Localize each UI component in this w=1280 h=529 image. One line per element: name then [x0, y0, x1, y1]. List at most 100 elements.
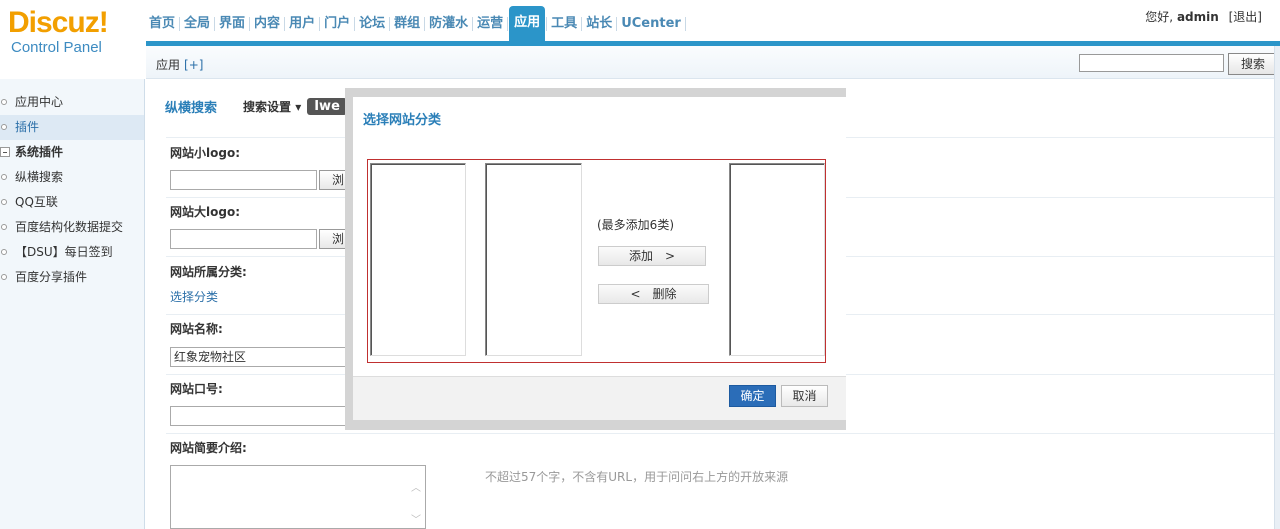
username: admin: [1176, 10, 1219, 24]
nav-separator: [389, 17, 391, 31]
nav-interface[interactable]: 界面: [216, 7, 248, 41]
discuz-logo[interactable]: Discuz! Control Panel: [8, 6, 138, 66]
row-divider: [166, 433, 1274, 434]
sidebar: 应用中心 插件 系统插件 纵横搜索 QQ互联 百度结构化数据提交 【DSU】每日…: [0, 79, 145, 529]
site-name-input[interactable]: 红象宠物社区: [170, 347, 360, 367]
logo-text: Discuz: [8, 6, 100, 39]
nav-separator: [319, 17, 321, 31]
sub-toolbar: 应用 [+] 搜索: [146, 46, 1280, 79]
sidebar-item-label: QQ互联: [15, 195, 58, 209]
bullet-icon: [1, 249, 7, 255]
intro-label: 网站简要介绍:: [170, 441, 247, 455]
sidebar-item-label: 插件: [15, 120, 40, 134]
nav-tools[interactable]: 工具: [548, 7, 580, 41]
scrollbar-track[interactable]: [1274, 46, 1280, 529]
scroll-down-icon[interactable]: ﹀: [411, 516, 421, 526]
add-category-button[interactable]: 添加 >: [598, 246, 706, 266]
nav-separator: [179, 17, 181, 31]
nav-separator: [616, 17, 618, 31]
big-logo-label: 网站大logo:: [170, 205, 240, 219]
bullet-icon: [1, 174, 7, 180]
dialog-body: 选择网站分类 (最多添加6类) 添加 > < 删除 确定 取消: [353, 97, 846, 420]
category-label: 网站所属分类:: [170, 265, 247, 279]
category-selector: (最多添加6类) 添加 > < 删除: [367, 159, 826, 363]
sidebar-item-dsu-signin[interactable]: 【DSU】每日签到: [0, 240, 144, 265]
sidebar-item-label: 应用中心: [15, 95, 64, 109]
bullet-icon: [1, 224, 7, 230]
nav-separator: [354, 17, 356, 31]
breadcrumb: 应用 [+]: [156, 56, 203, 73]
cancel-button[interactable]: 取消: [781, 385, 828, 407]
admin-page: Discuz! Control Panel 首页 全局 界面 内容 用户 门户 …: [0, 0, 1280, 529]
slogan-input[interactable]: [170, 406, 360, 426]
tab-search[interactable]: 纵横搜索: [165, 97, 217, 116]
sidebar-item-label: 系统插件: [15, 145, 64, 159]
scroll-up-icon[interactable]: ︿: [411, 484, 421, 494]
nav-separator: [581, 17, 583, 31]
sidebar-item-label: 百度结构化数据提交: [15, 220, 124, 234]
user-box: 您好, admin [退出]: [1145, 8, 1262, 25]
choose-category-link[interactable]: 选择分类: [170, 288, 218, 305]
breadcrumb-apps: 应用: [156, 58, 181, 72]
add-shortcut-link[interactable]: [+]: [184, 58, 203, 72]
sidebar-item-label: 纵横搜索: [15, 170, 64, 184]
nav-home[interactable]: 首页: [146, 7, 178, 41]
search-input[interactable]: [1079, 54, 1224, 72]
nav-antispam[interactable]: 防灌水: [426, 7, 471, 41]
nav-operations[interactable]: 运营: [474, 7, 506, 41]
big-logo-input[interactable]: [170, 229, 317, 249]
bullet-icon: [1, 274, 7, 280]
nav-global[interactable]: 全局: [181, 7, 213, 41]
nav-separator: [684, 17, 686, 31]
nav-groups[interactable]: 群组: [391, 7, 423, 41]
category-list-level2[interactable]: [485, 163, 582, 356]
limit-note: (最多添加6类): [597, 218, 674, 232]
search-button[interactable]: 搜索: [1228, 53, 1278, 75]
bullet-icon: [1, 199, 7, 205]
sidebar-item-label: 百度分享插件: [15, 270, 88, 284]
sidebar-item-app-center[interactable]: 应用中心: [0, 90, 144, 115]
intro-hint: 不超过57个字，不含有URL，用于问问右上方的开放来源: [485, 470, 789, 484]
nav-separator: [214, 17, 216, 31]
nav-ucenter[interactable]: UCenter: [618, 7, 684, 41]
nav-separator: [284, 17, 286, 31]
category-list-level1[interactable]: [370, 163, 466, 356]
site-name-label: 网站名称:: [170, 322, 223, 336]
intro-textarea[interactable]: ︿ ﹀: [170, 465, 426, 529]
sidebar-item-plugins[interactable]: 插件: [0, 115, 144, 140]
logout-link[interactable]: [退出]: [1229, 10, 1262, 24]
nav-separator: [424, 17, 426, 31]
logo-wordmark: Discuz!: [8, 6, 138, 40]
tab-search-settings[interactable]: 搜索设置 ▾: [243, 98, 301, 115]
dialog-title: 选择网站分类: [363, 113, 442, 128]
collapse-icon[interactable]: [0, 147, 10, 157]
sidebar-item-baidu-share[interactable]: 百度分享插件: [0, 265, 144, 290]
header: Discuz! Control Panel 首页 全局 界面 内容 用户 门户 …: [0, 0, 1280, 79]
confirm-button[interactable]: 确定: [729, 385, 776, 407]
nav-apps[interactable]: 应用: [509, 6, 546, 42]
nav-forum[interactable]: 论坛: [356, 7, 388, 41]
remove-category-button[interactable]: < 删除: [598, 284, 709, 304]
nav-separator: [249, 17, 251, 31]
small-logo-input[interactable]: [170, 170, 317, 190]
sidebar-group-system-plugins[interactable]: 系统插件: [0, 140, 144, 165]
tab-iwen[interactable]: Iwe: [307, 98, 347, 115]
selected-category-list[interactable]: [729, 163, 825, 356]
logo-subtitle: Control Panel: [11, 39, 102, 56]
sidebar-item-qq-connect[interactable]: QQ互联: [0, 190, 144, 215]
nav-users[interactable]: 用户: [286, 7, 318, 41]
logo-bang: !: [98, 6, 109, 39]
nav-separator: [472, 17, 474, 31]
dialog-footer: 确定 取消: [353, 376, 846, 420]
nav-content[interactable]: 内容: [251, 7, 283, 41]
sidebar-item-label: 【DSU】每日签到: [15, 245, 113, 259]
nav-separator: [507, 17, 509, 31]
slogan-label: 网站口号:: [170, 382, 223, 396]
top-nav: 首页 全局 界面 内容 用户 门户 论坛 群组 防灌水 运营 应用 工具 站长 …: [146, 6, 687, 42]
nav-portal[interactable]: 门户: [321, 7, 353, 41]
bullet-icon: [1, 124, 7, 130]
sidebar-item-baidu-structured[interactable]: 百度结构化数据提交: [0, 215, 144, 240]
nav-webmaster[interactable]: 站长: [583, 7, 615, 41]
sidebar-item-search[interactable]: 纵横搜索: [0, 165, 144, 190]
plugin-tabs: 纵横搜索 搜索设置 ▾ Iwe: [165, 97, 347, 116]
